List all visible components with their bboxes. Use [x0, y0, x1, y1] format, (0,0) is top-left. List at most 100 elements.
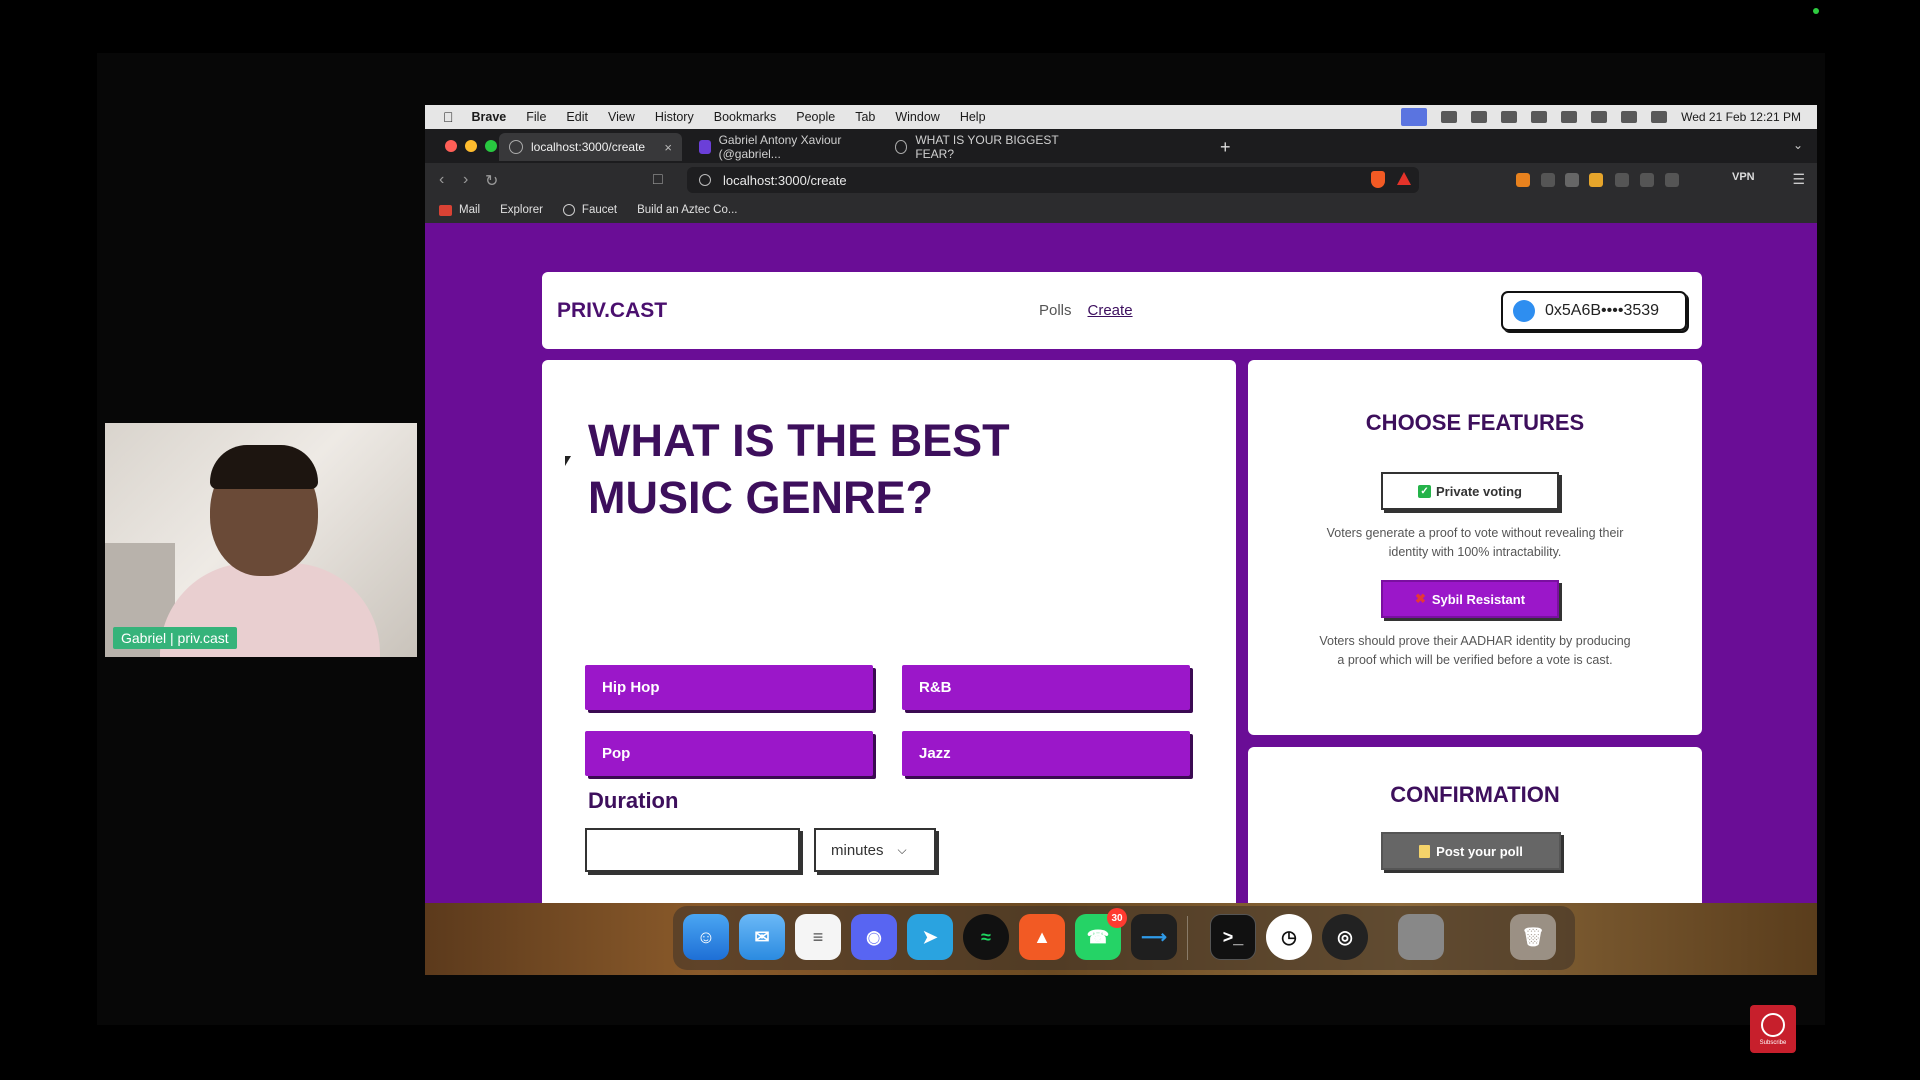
private-voting-toggle[interactable]: ✓ Private voting	[1381, 472, 1559, 510]
bookmark-label: Build an Aztec Co...	[637, 204, 738, 216]
maximize-window-icon[interactable]	[485, 140, 497, 152]
menu-edit[interactable]: Edit	[566, 110, 588, 124]
wallet-button[interactable]: 0x5A6B••••3539	[1501, 291, 1687, 331]
wallet-avatar-icon	[1513, 300, 1535, 322]
duration-unit-value: minutes	[831, 841, 884, 859]
browser-tabbar: localhost:3000/create × Gabriel Antony X…	[425, 129, 1817, 163]
finder-icon[interactable]: ☺	[683, 914, 729, 960]
post-poll-button[interactable]: Post your poll	[1381, 832, 1561, 870]
bookmark-mail[interactable]: Mail	[439, 204, 480, 216]
site-info-icon[interactable]	[699, 174, 711, 186]
vpn-button[interactable]: VPN	[1732, 171, 1755, 183]
menu-history[interactable]: History	[655, 110, 694, 124]
whatsapp-icon[interactable]: ☎ 30	[1075, 908, 1127, 960]
discord-icon[interactable]: ◉	[851, 914, 897, 960]
vscode-icon[interactable]: ⟶	[1131, 914, 1177, 960]
option-button[interactable]: Pop	[585, 731, 873, 776]
app-navbar: PRIV.CAST Polls Create 0x5A6B••••3539	[542, 272, 1702, 349]
terminal-icon[interactable]: >_	[1210, 914, 1256, 960]
new-tab-button[interactable]: +	[1220, 137, 1231, 158]
forward-icon[interactable]: ›	[463, 171, 468, 189]
bookmark-icon[interactable]: □	[653, 171, 663, 189]
gmail-icon	[439, 204, 452, 216]
screen-share-icon[interactable]	[1401, 108, 1428, 126]
apple-icon[interactable]: 	[443, 109, 454, 125]
bookmark-explorer[interactable]: Explorer	[500, 204, 543, 216]
reload-icon[interactable]: ↻	[485, 171, 498, 191]
tab-close-icon[interactable]: ×	[664, 140, 672, 155]
reminders-icon[interactable]: ≡	[795, 914, 841, 960]
window-preview-icon[interactable]	[1398, 914, 1444, 960]
option-button[interactable]: Jazz	[902, 731, 1190, 776]
tab-list-chevron-icon[interactable]: ⌄	[1793, 138, 1803, 152]
tab-title: WHAT IS YOUR BIGGEST FEAR?	[915, 133, 1059, 161]
menu-tab[interactable]: Tab	[855, 110, 875, 124]
duration-input[interactable]	[585, 828, 800, 872]
brave-browser-icon[interactable]: ▲	[1019, 914, 1065, 960]
bookmark-aztec[interactable]: Build an Aztec Co...	[637, 204, 737, 216]
bookmarks-bar: Mail Explorer Faucet Build an Aztec Co..…	[425, 197, 1817, 223]
subscribe-watermark[interactable]: Subscribe	[1750, 1005, 1796, 1053]
menu-file[interactable]: File	[526, 110, 546, 124]
battery-icon[interactable]	[1531, 111, 1548, 123]
display-icon[interactable]	[1441, 111, 1458, 123]
back-icon[interactable]: ‹	[439, 171, 444, 189]
sybil-resistant-description: Voters should prove their AADHAR identit…	[1319, 634, 1631, 667]
obs-icon[interactable]: ◎	[1322, 914, 1368, 960]
brave-shield-icon[interactable]	[1371, 171, 1385, 188]
menu-help[interactable]: Help	[960, 110, 986, 124]
mouse-cursor	[565, 456, 571, 466]
menu-app-name[interactable]: Brave	[472, 110, 507, 124]
spotlight-search-icon[interactable]	[1591, 111, 1608, 123]
downloads-stack-icon[interactable]	[1454, 914, 1500, 960]
extension-icon[interactable]	[1541, 173, 1555, 187]
extension-icon[interactable]	[1565, 173, 1579, 187]
tab-biggest-fear[interactable]: WHAT IS YOUR BIGGEST FEAR?	[885, 133, 1085, 161]
menu-window[interactable]: Window	[895, 110, 939, 124]
bookmark-faucet[interactable]: Faucet	[562, 204, 617, 216]
wifi-icon[interactable]	[1561, 111, 1578, 123]
address-bar[interactable]: localhost:3000/create	[687, 167, 1419, 193]
desktop-stage: Gabriel | priv.cast  Brave File Edit Vi…	[0, 0, 1920, 1080]
close-window-icon[interactable]	[445, 140, 457, 152]
privcast-page: PRIV.CAST Polls Create 0x5A6B••••3539 WH…	[425, 223, 1817, 975]
tab-create[interactable]: localhost:3000/create ×	[499, 133, 682, 161]
memo-icon	[1419, 844, 1431, 858]
poll-question[interactable]: WHAT IS THE BEST MUSIC GENRE?	[588, 412, 1088, 526]
option-button[interactable]: R&B	[902, 665, 1190, 710]
site-favicon-icon	[699, 140, 711, 154]
mail-icon[interactable]: ✉	[739, 914, 785, 960]
globe-icon	[895, 140, 908, 154]
menu-people[interactable]: People	[796, 110, 835, 124]
brave-rewards-icon[interactable]	[1397, 172, 1411, 185]
tab-twitter-profile[interactable]: Gabriel Antony Xaviour (@gabriel...	[689, 133, 879, 161]
extensions-puzzle-icon[interactable]	[1615, 173, 1629, 187]
menu-icon[interactable]: ☰	[1792, 171, 1805, 188]
spotify-icon[interactable]: ≈	[963, 914, 1009, 960]
mac-screen:  Brave File Edit View History Bookmarks…	[425, 105, 1817, 975]
wallet-icon[interactable]	[1665, 173, 1679, 187]
duration-unit-select[interactable]: minutes ⌵	[814, 828, 936, 872]
control-center-icon[interactable]	[1621, 111, 1638, 123]
trash-icon[interactable]: 🗑	[1510, 914, 1556, 960]
menu-view[interactable]: View	[608, 110, 635, 124]
private-voting-label: Private voting	[1436, 483, 1522, 499]
address-url[interactable]: localhost:3000/create	[723, 173, 847, 188]
minimize-window-icon[interactable]	[465, 140, 477, 152]
option-button[interactable]: Hip Hop	[585, 665, 873, 710]
metamask-extension-icon[interactable]	[1516, 173, 1530, 187]
volume-icon[interactable]	[1501, 111, 1518, 123]
menubar-clock[interactable]: Wed 21 Feb 12:21 PM	[1681, 110, 1801, 124]
sidebar-icon[interactable]	[1640, 173, 1654, 187]
nav-create-link[interactable]: Create	[1088, 302, 1133, 319]
globe-icon	[509, 140, 523, 154]
sybil-resistant-toggle[interactable]: ✖ Sybil Resistant	[1381, 580, 1559, 618]
siri-icon[interactable]	[1651, 111, 1668, 123]
brand-logo[interactable]: PRIV.CAST	[557, 299, 667, 323]
telegram-icon[interactable]: ➤	[907, 914, 953, 960]
extension-icon[interactable]	[1589, 173, 1603, 187]
nav-polls-link[interactable]: Polls	[1039, 302, 1072, 319]
play-icon[interactable]	[1471, 111, 1488, 123]
menu-bookmarks[interactable]: Bookmarks	[714, 110, 777, 124]
clock-icon[interactable]: ◷	[1266, 914, 1312, 960]
